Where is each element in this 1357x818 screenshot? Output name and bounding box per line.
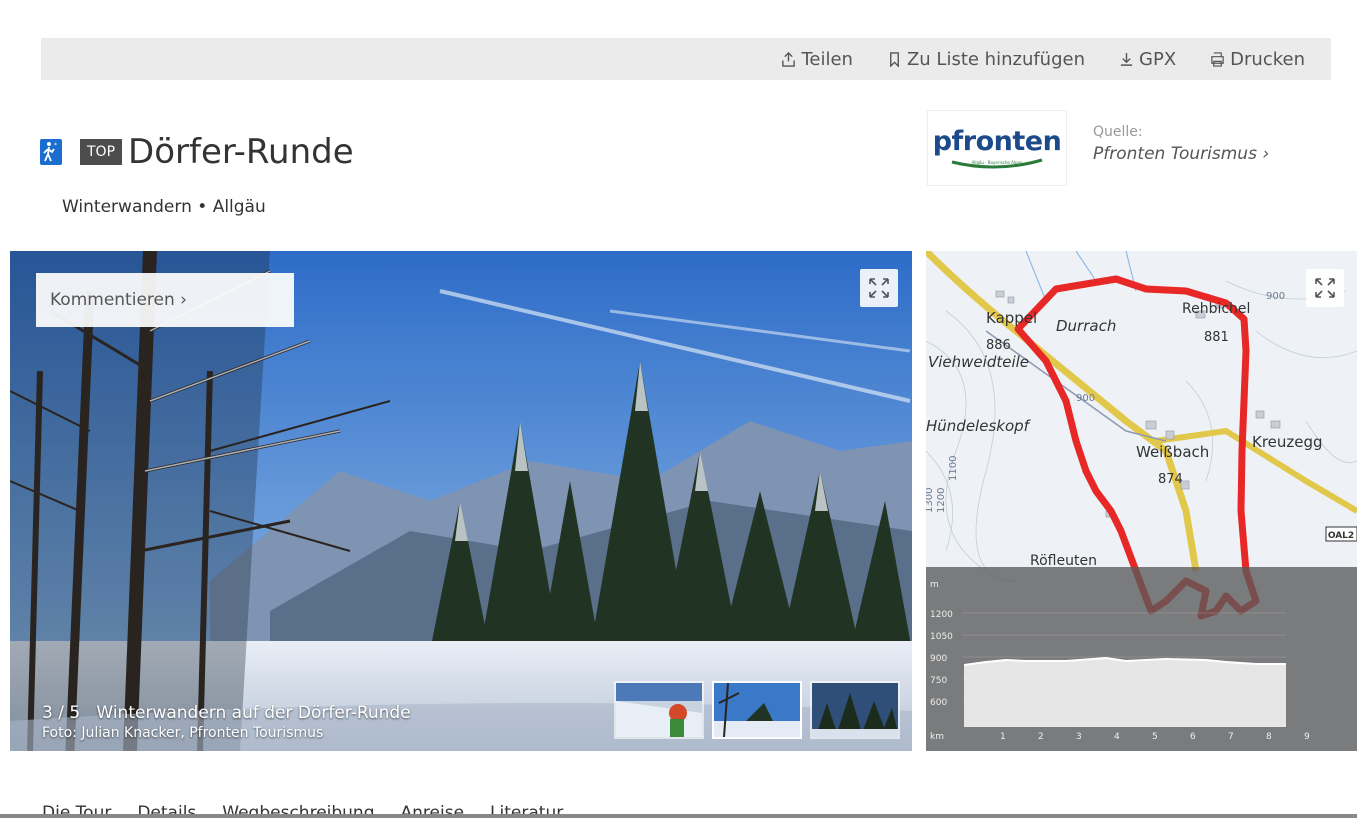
- svg-text:886: 886: [986, 338, 1011, 353]
- elevation-chart: m 1200 1050 900 750 600 km 1 2 3 4 5 6 7 8 9: [930, 580, 1310, 742]
- share-icon: [782, 51, 796, 67]
- source-label: Quelle:: [1093, 124, 1143, 140]
- add-to-list-button[interactable]: Zu Liste hinzufügen: [887, 49, 1085, 70]
- svg-text:Viehweidteile: Viehweidteile: [928, 353, 1029, 371]
- svg-text:4: 4: [1114, 732, 1120, 742]
- thumbnail-image: [714, 683, 800, 737]
- action-toolbar: Teilen Zu Liste hinzufügen GPX Drucken: [41, 38, 1331, 80]
- svg-text:6: 6: [1190, 732, 1196, 742]
- svg-text:874: 874: [1158, 472, 1183, 487]
- svg-text:2: 2: [1038, 732, 1044, 742]
- thumbnail-image: [812, 683, 898, 737]
- source-info: Quelle: Pfronten Tourismus ›: [1093, 124, 1269, 164]
- expand-icon: [1315, 278, 1335, 298]
- share-label: Teilen: [801, 48, 853, 70]
- logo-tagline: Allgäu · Bayerische Alpen: [971, 160, 1022, 165]
- thumbnail-1[interactable]: [614, 681, 704, 739]
- source-link[interactable]: Pfronten Tourismus ›: [1093, 144, 1269, 164]
- svg-text:Kappel: Kappel: [986, 309, 1037, 327]
- tour-category: Winterwandern • Allgäu: [62, 197, 266, 217]
- photo-caption: 3 / 5 Winterwandern auf der Dörfer-Runde…: [42, 703, 411, 741]
- printer-icon: [1211, 51, 1224, 67]
- svg-text:5: 5: [1152, 732, 1158, 742]
- add-to-list-label: Zu Liste hinzufügen: [906, 48, 1086, 70]
- winter-hiking-icon: *: [40, 139, 62, 165]
- fullscreen-photo-button[interactable]: [860, 269, 898, 307]
- profile-unit-y: m: [930, 580, 939, 590]
- photo-counter: 3 / 5: [42, 703, 81, 723]
- print-button[interactable]: Drucken: [1210, 49, 1305, 70]
- svg-text:OAL2: OAL2: [1328, 531, 1354, 541]
- tour-header: * TOP Dörfer-Runde: [40, 132, 354, 172]
- logo-swoosh: Allgäu · Bayerische Alpen: [951, 158, 1043, 168]
- profile-unit-x: km: [930, 732, 944, 742]
- download-icon: [1120, 52, 1133, 66]
- thumbnail-2[interactable]: [712, 681, 802, 739]
- svg-text:8: 8: [1266, 732, 1272, 742]
- svg-text:1200: 1200: [936, 488, 947, 513]
- svg-text:Kreuzegg: Kreuzegg: [1252, 433, 1323, 451]
- tabs-divider: [0, 814, 1357, 818]
- fullscreen-map-button[interactable]: [1306, 269, 1344, 307]
- svg-text:3: 3: [1076, 732, 1082, 742]
- svg-text:9: 9: [1304, 732, 1310, 742]
- photo-credit: Foto: Julian Knacker, Pfronten Tourismus: [42, 725, 324, 741]
- svg-text:900: 900: [1076, 393, 1095, 404]
- svg-text:1200: 1200: [930, 610, 953, 620]
- source-logo[interactable]: pfronten Allgäu · Bayerische Alpen: [927, 110, 1067, 186]
- svg-text:7: 7: [1228, 732, 1234, 742]
- svg-text:1050: 1050: [930, 632, 953, 642]
- svg-text:900: 900: [930, 654, 947, 664]
- elevation-profile[interactable]: m 1200 1050 900 750 600 km 1 2 3 4 5 6 7 8 9: [926, 567, 1357, 751]
- svg-text:Durrach: Durrach: [1056, 317, 1116, 335]
- thumbnail-3[interactable]: [810, 681, 900, 739]
- svg-text:1: 1: [1000, 732, 1006, 742]
- svg-text:*: *: [54, 142, 57, 149]
- top-badge: TOP: [80, 139, 123, 165]
- expand-icon: [869, 278, 889, 298]
- bookmark-icon: [890, 51, 899, 67]
- photo-title: Winterwandern auf der Dörfer-Runde: [96, 703, 411, 723]
- print-label: Drucken: [1230, 48, 1305, 70]
- svg-text:Rehbichel: Rehbichel: [1182, 301, 1250, 317]
- gpx-label: GPX: [1139, 48, 1177, 70]
- thumbnail-strip: [614, 681, 900, 739]
- photo-gallery[interactable]: Kommentieren › 3 / 5 Winterwandern auf d…: [10, 251, 912, 751]
- comment-button[interactable]: Kommentieren ›: [36, 273, 294, 327]
- gpx-download-button[interactable]: GPX: [1119, 49, 1176, 70]
- svg-text:900: 900: [1266, 291, 1285, 302]
- svg-text:1100: 1100: [948, 456, 959, 481]
- share-button[interactable]: Teilen: [781, 49, 853, 70]
- page-title: Dörfer-Runde: [128, 132, 354, 172]
- svg-text:600: 600: [930, 698, 947, 708]
- svg-text:1300: 1300: [926, 488, 935, 513]
- svg-text:Weißbach: Weißbach: [1136, 443, 1209, 461]
- thumbnail-image: [616, 683, 702, 737]
- logo-wordmark: pfronten: [932, 125, 1062, 157]
- svg-text:750: 750: [930, 676, 947, 686]
- tour-map[interactable]: Kappel 886 Durrach Rehbichel 881 Viehwei…: [926, 251, 1357, 751]
- svg-text:Hündeleskopf: Hündeleskopf: [926, 417, 1032, 435]
- svg-text:881: 881: [1204, 330, 1229, 345]
